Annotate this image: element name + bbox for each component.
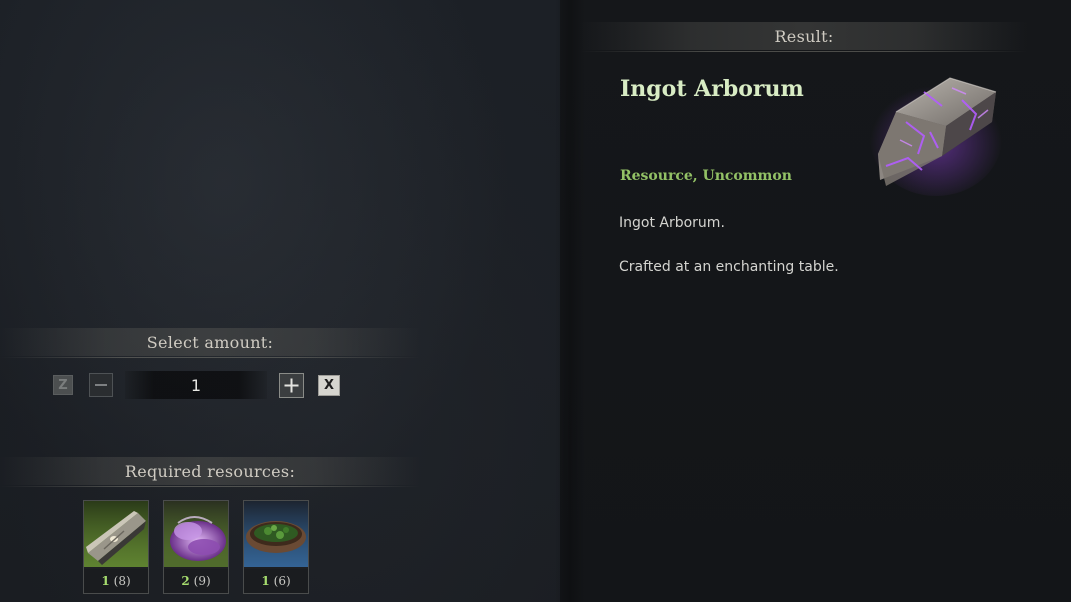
item-description-line: Ingot Arborum.: [619, 215, 725, 231]
resource-owned: (8): [113, 574, 131, 588]
resource-required: 1: [101, 574, 110, 588]
item-category: Resource, Uncommon: [620, 168, 792, 184]
herb-bowl-icon: [244, 501, 308, 567]
resource-required: 2: [181, 574, 190, 588]
amount-input[interactable]: 1: [125, 371, 267, 399]
increase-key-hint[interactable]: X: [318, 375, 340, 396]
resource-slot[interactable]: 1 (8): [83, 500, 149, 594]
item-name: Ingot Arborum: [620, 76, 804, 102]
purple-essence-icon: [164, 501, 228, 567]
panel-divider: [555, 0, 585, 602]
resource-slot[interactable]: 1 (6): [243, 500, 309, 594]
item-description-line: Crafted at an enchanting table.: [619, 259, 839, 275]
select-amount-header: Select amount:: [0, 328, 420, 358]
decrease-amount-button[interactable]: [89, 373, 113, 397]
resource-count: 1 (8): [84, 569, 148, 593]
resource-owned: (9): [193, 574, 211, 588]
ingot-icon: [866, 70, 1006, 200]
resource-count: 1 (6): [244, 569, 308, 593]
result-header: Result:: [580, 22, 1028, 52]
plus-icon: [284, 378, 299, 393]
wood-log-icon: [84, 501, 148, 567]
resource-required: 1: [261, 574, 270, 588]
minus-icon: [95, 384, 107, 386]
decrease-key-hint[interactable]: Z: [53, 375, 73, 395]
required-resources-header: Required resources:: [0, 457, 420, 487]
increase-amount-button[interactable]: [279, 373, 304, 398]
resource-slot[interactable]: 2 (9): [163, 500, 229, 594]
resource-count: 2 (9): [164, 569, 228, 593]
resource-owned: (6): [273, 574, 291, 588]
